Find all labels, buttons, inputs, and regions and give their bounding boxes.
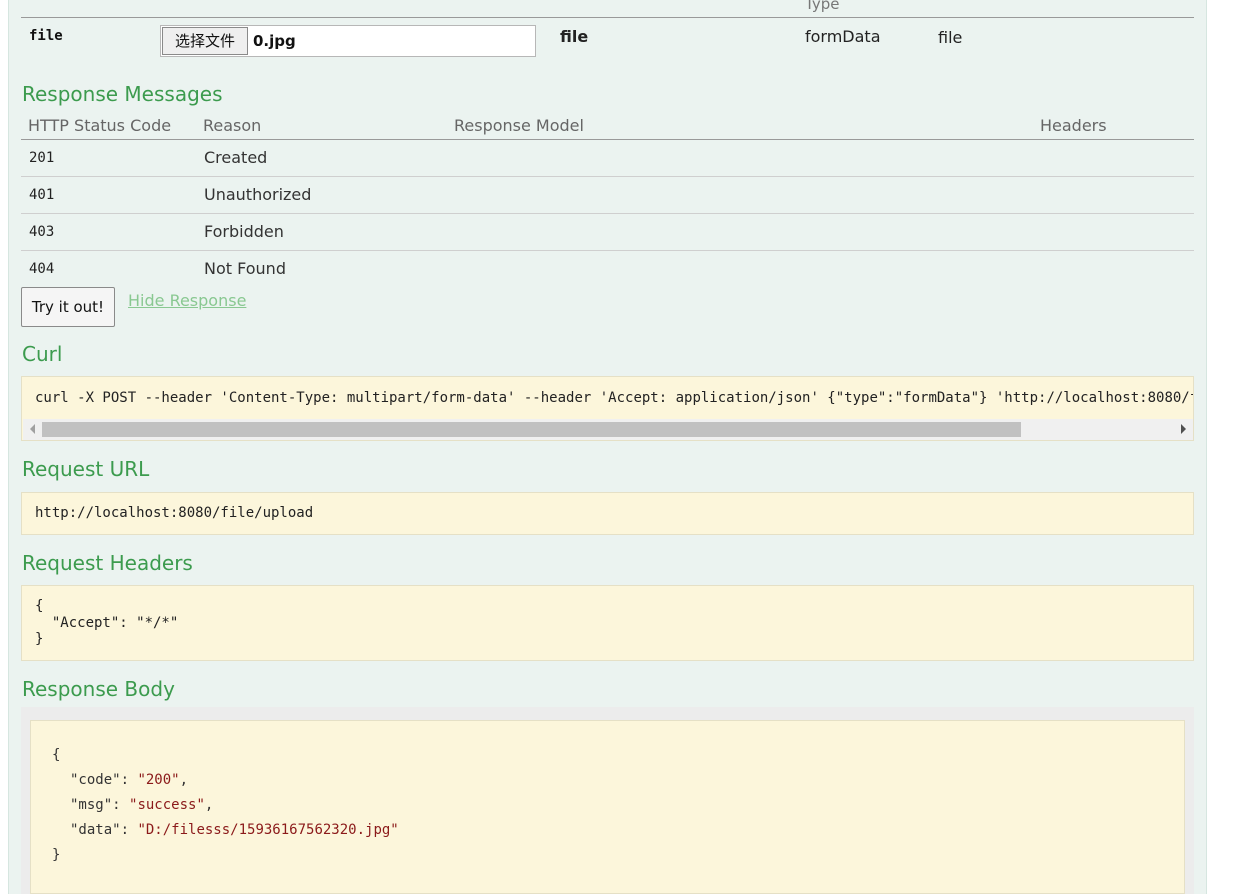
json-field-msg: "msg": "success",	[70, 797, 214, 813]
request-headers-line: "Accept": "*/*"	[35, 615, 179, 631]
request-headers-line: }	[35, 631, 44, 647]
reason-unauthorized: Unauthorized	[204, 185, 312, 204]
hide-response-link[interactable]: Hide Response	[128, 291, 246, 310]
json-comma: ,	[179, 772, 189, 788]
row-divider	[21, 213, 1194, 214]
curl-command: curl -X POST --header 'Content-Type: mul…	[35, 390, 1194, 406]
param-description: file	[560, 27, 589, 46]
json-open-brace: {	[52, 747, 61, 763]
row-divider	[21, 176, 1194, 177]
scroll-right-arrow-icon[interactable]	[1181, 424, 1186, 434]
col-http-status-code: HTTP Status Code	[28, 116, 172, 135]
json-key: "msg"	[70, 797, 113, 813]
response-body-box: { "code": "200", "msg": "success", "data…	[30, 720, 1185, 894]
request-url-value: http://localhost:8080/file/upload	[35, 505, 314, 521]
try-it-out-button[interactable]: Try it out!	[21, 287, 115, 327]
param-name: file	[29, 28, 63, 44]
response-body-title: Response Body	[22, 677, 175, 701]
json-value: "D:/filesss/15936167562320.jpg"	[137, 822, 399, 838]
scroll-thumb[interactable]	[42, 422, 1021, 437]
messages-header-divider	[21, 139, 1194, 140]
request-headers-box: { "Accept": "*/*" }	[21, 585, 1194, 661]
response-body-container: { "code": "200", "msg": "success", "data…	[21, 707, 1194, 894]
param-type-header-fragment: Type	[805, 0, 840, 13]
request-headers-line: {	[35, 598, 44, 614]
col-response-model: Response Model	[454, 116, 584, 135]
choose-file-button[interactable]: 选择文件	[162, 27, 248, 55]
col-reason: Reason	[203, 116, 262, 135]
curl-horizontal-scrollbar[interactable]	[23, 419, 1193, 440]
json-key: "data"	[70, 822, 121, 838]
json-field-code: "code": "200",	[70, 772, 189, 788]
reason-forbidden: Forbidden	[204, 222, 284, 241]
row-divider	[21, 250, 1194, 251]
reason-not-found: Not Found	[204, 259, 286, 278]
params-header-divider	[21, 17, 1194, 18]
status-code-401: 401	[29, 187, 55, 203]
scroll-left-arrow-icon[interactable]	[30, 424, 35, 434]
status-code-404: 404	[29, 261, 55, 277]
json-field-data: "data": "D:/filesss/15936167562320.jpg"	[70, 822, 399, 838]
json-value: "success"	[129, 797, 205, 813]
file-input[interactable]: 选择文件 0.jpg	[160, 25, 536, 57]
reason-created: Created	[204, 148, 268, 167]
request-url-box: http://localhost:8080/file/upload	[21, 492, 1194, 535]
json-value: "200"	[137, 772, 180, 788]
json-close-brace: }	[52, 847, 61, 863]
param-data-type: file	[938, 28, 963, 47]
status-code-201: 201	[29, 150, 55, 166]
curl-box: curl -X POST --header 'Content-Type: mul…	[21, 376, 1194, 441]
col-headers: Headers	[1040, 116, 1107, 135]
response-messages-title: Response Messages	[22, 82, 223, 106]
param-type: formData	[805, 27, 881, 46]
selected-file-name: 0.jpg	[253, 32, 296, 50]
status-code-403: 403	[29, 224, 55, 240]
curl-title: Curl	[22, 342, 63, 366]
json-comma: ,	[204, 797, 214, 813]
json-key: "code"	[70, 772, 121, 788]
request-url-title: Request URL	[22, 457, 150, 481]
request-headers-title: Request Headers	[22, 551, 193, 575]
